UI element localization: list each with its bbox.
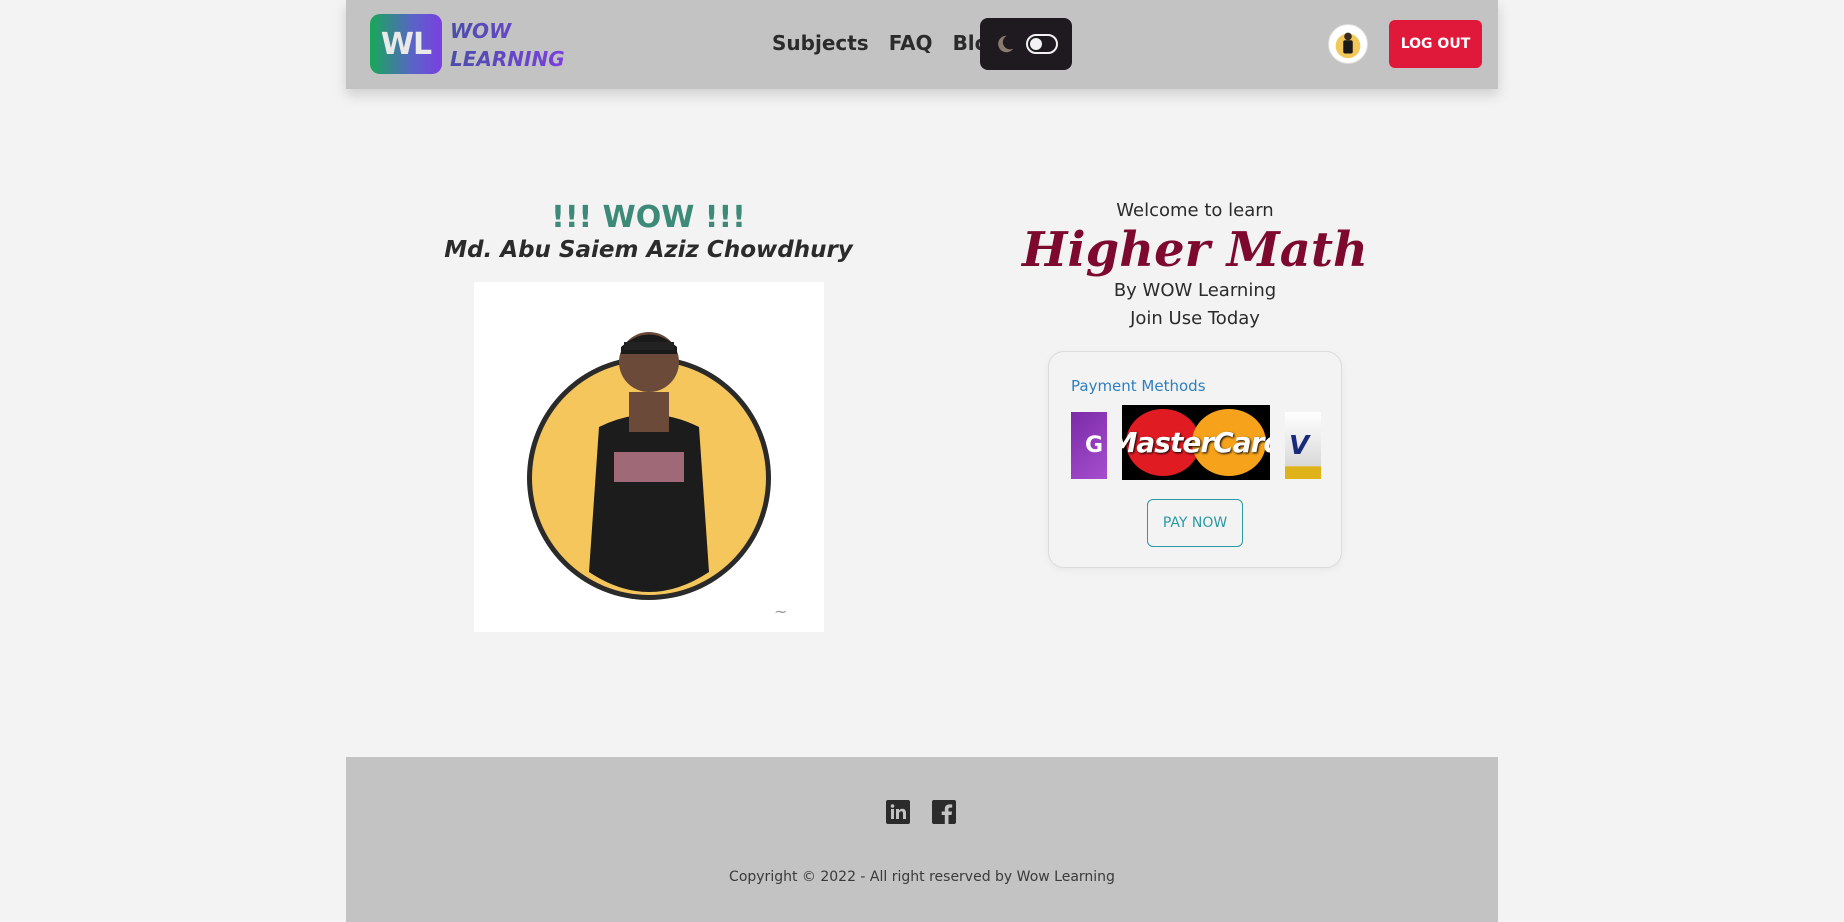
brand-name[interactable]: WOW LEARNING [450,17,565,73]
payment-carousel[interactable]: G MasterCard V [1071,405,1321,485]
join-text: Join Use Today [1130,308,1260,329]
author-photo: ~ [474,282,824,632]
theme-toggle[interactable] [980,18,1072,70]
copyright-text: Copyright © 2022 - All right reserved by… [729,869,1115,885]
pay-now-button[interactable]: PAY NOW [1147,499,1243,547]
mastercard-label: MasterCard [1122,426,1270,459]
payment-card: Payment Methods G MasterCard V PAY NOW [1048,351,1342,568]
avatar-image [1335,32,1361,59]
linkedin-icon[interactable] [886,800,910,824]
course-byline: By WOW Learning [1113,280,1277,301]
moon-icon [998,35,1014,53]
social-links [886,800,956,824]
visa-card-icon: V [1285,412,1321,479]
logo-initials: WL [380,26,432,62]
payment-methods-label: Payment Methods [1071,377,1206,395]
theme-switch[interactable] [1026,34,1058,54]
brand-line-2: LEARNING [450,47,565,71]
course-subject: Higher Math [1022,222,1368,278]
facebook-icon[interactable] [932,800,956,824]
nav-faq[interactable]: FAQ [889,31,933,55]
logout-button[interactable]: LOG OUT [1389,20,1482,68]
navbar: WL WOW LEARNING Subjects FAQ Blog LOG OU… [346,0,1498,89]
avatar[interactable] [1328,24,1368,64]
brand-line-1: WOW [450,19,512,43]
author-name: Md. Abu Saiem Aziz Chowdhury [444,237,853,263]
wow-title: !!! WOW !!! [551,200,746,235]
main-nav: Subjects FAQ Blog [772,31,1003,55]
logo[interactable]: WL [370,14,442,74]
welcome-text: Welcome to learn [1116,200,1274,221]
footer: Copyright © 2022 - All right reserved by… [346,757,1498,922]
bkash-card-icon: G [1071,412,1107,479]
mastercard-icon: MasterCard [1122,405,1270,480]
svg-text:~: ~ [774,602,787,621]
nav-subjects[interactable]: Subjects [772,31,869,55]
